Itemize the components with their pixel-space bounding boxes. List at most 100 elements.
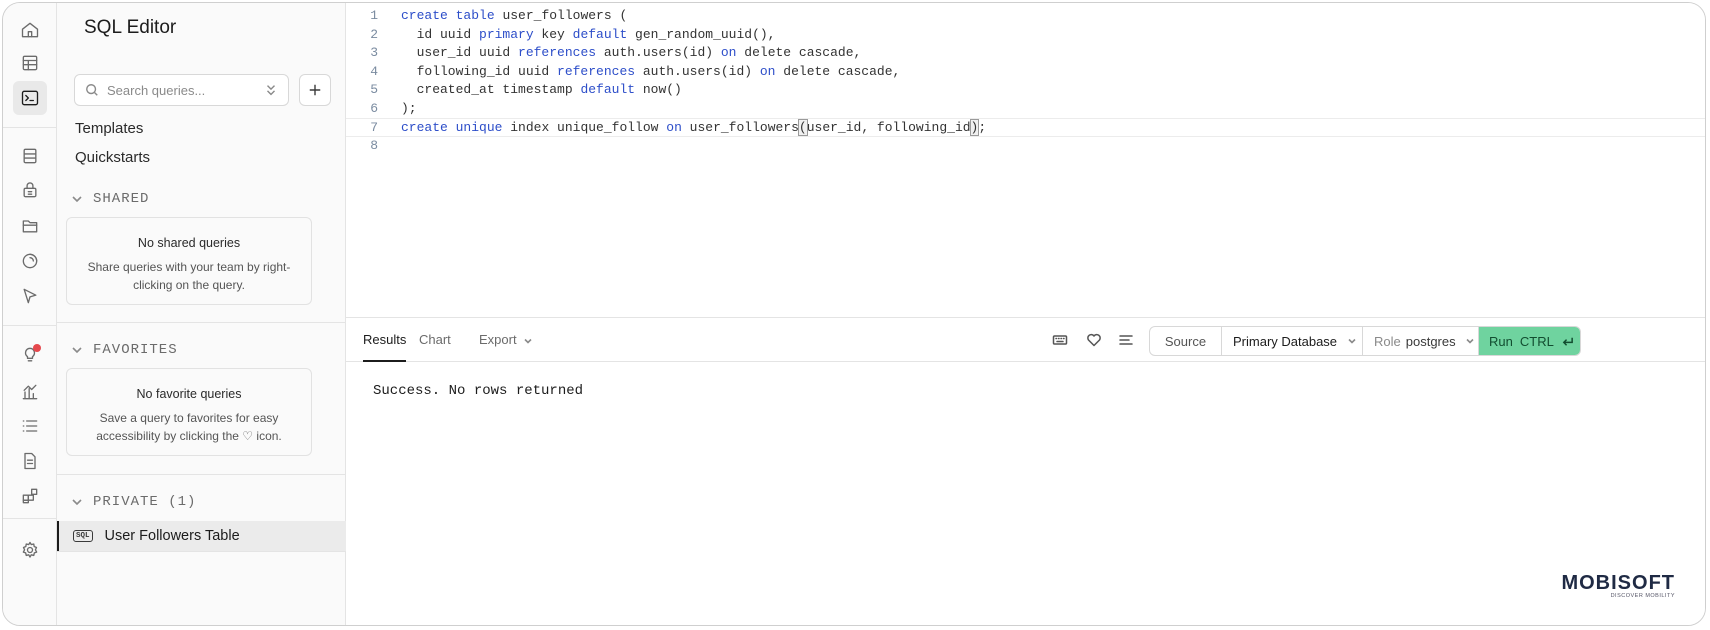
- shared-empty-state: No shared queries Share queries with you…: [66, 217, 312, 305]
- query-item-user-followers[interactable]: SQL User Followers Table: [57, 521, 346, 551]
- database-value: Primary Database: [1233, 333, 1338, 349]
- new-query-button[interactable]: [299, 74, 331, 106]
- code-text: user_id uuid references auth.users(id) o…: [401, 45, 862, 60]
- favorites-empty-title: No favorite queries: [136, 387, 242, 401]
- api-docs-icon[interactable]: [13, 444, 47, 478]
- query-run-controls: Source Primary Database Role postgres Ru…: [1149, 326, 1581, 356]
- rail-divider: [3, 518, 56, 519]
- favorites-section-header[interactable]: FAVORITES: [71, 342, 178, 358]
- search-box: [74, 74, 289, 106]
- rail-divider: [3, 127, 56, 128]
- source-label: Source: [1150, 327, 1222, 355]
- chevron-down-icon: [524, 338, 532, 344]
- chevron-down-icon: [72, 196, 82, 203]
- code-line[interactable]: 2 id uuid primary key default gen_random…: [346, 26, 1705, 45]
- code-editor[interactable]: 1 create table user_followers ( 2 id uuid …: [346, 3, 1705, 317]
- favorite-heart-icon[interactable]: [1084, 330, 1104, 350]
- code-line[interactable]: 7 create unique index unique_follow on us…: [346, 118, 1705, 137]
- database-icon[interactable]: [13, 139, 47, 173]
- line-number: 2: [370, 26, 378, 42]
- query-item-label: User Followers Table: [104, 528, 240, 544]
- line-number: 5: [370, 82, 378, 97]
- code-line[interactable]: 1 create table user_followers (: [346, 7, 1705, 26]
- sort-chevrons-icon[interactable]: [264, 83, 278, 97]
- sidebar-title: SQL Editor: [84, 17, 177, 38]
- run-button[interactable]: Run CTRL: [1479, 327, 1580, 355]
- run-label: Run: [1489, 333, 1513, 349]
- tab-chart[interactable]: Chart: [419, 318, 451, 362]
- shared-heading: SHARED: [93, 191, 150, 207]
- code-line[interactable]: 6);: [346, 100, 1705, 119]
- logs-icon[interactable]: [13, 409, 47, 443]
- section-divider: [57, 474, 346, 475]
- code-text: );: [401, 100, 417, 116]
- auth-lock-icon[interactable]: [13, 173, 47, 207]
- favorites-heading: FAVORITES: [93, 342, 178, 358]
- enter-key-icon: [1562, 337, 1573, 346]
- role-label: Role: [1374, 333, 1401, 349]
- line-number: 1: [370, 8, 378, 23]
- shared-section-header[interactable]: SHARED: [71, 191, 149, 207]
- line-number: 4: [370, 63, 378, 79]
- shared-empty-desc: Share queries with your team by right-cl…: [87, 260, 291, 292]
- results-panel: Results Chart Export Source Primary Data…: [346, 317, 1705, 625]
- plus-icon: [309, 84, 321, 96]
- tab-results[interactable]: Results: [363, 318, 407, 362]
- quickstarts-link[interactable]: Quickstarts: [75, 149, 150, 166]
- database-select[interactable]: Primary Database: [1222, 327, 1363, 355]
- reports-icon[interactable]: [13, 375, 47, 409]
- sql-file-icon: SQL: [73, 530, 93, 542]
- sql-editor-sidebar: SQL Editor Templates Quickstarts SHARED …: [57, 3, 346, 625]
- line-number: 6: [370, 100, 378, 116]
- code-text: created_at timestamp default now(): [401, 82, 682, 97]
- line-number: 3: [370, 45, 378, 60]
- watermark-logo: MOBISOFT DISCOVER MOBILITY: [1561, 572, 1675, 599]
- role-select[interactable]: Role postgres: [1363, 327, 1479, 355]
- chevron-down-icon: [1348, 338, 1356, 344]
- section-divider: [57, 322, 346, 323]
- line-number: 8: [370, 137, 378, 153]
- favorites-empty-state: No favorite queries Save a query to favo…: [66, 368, 312, 456]
- tab-export[interactable]: Export: [479, 318, 533, 362]
- app-window: SQL Editor Templates Quickstarts SHARED …: [2, 2, 1706, 626]
- export-label: Export: [479, 332, 517, 347]
- chevron-down-icon: [72, 347, 82, 354]
- shared-empty-title: No shared queries: [137, 236, 241, 250]
- role-value: postgres: [1405, 333, 1456, 349]
- code-line[interactable]: 5 created_at timestamp default now(): [346, 81, 1705, 100]
- chevron-down-icon: [1466, 338, 1474, 344]
- keyboard-icon[interactable]: [1050, 330, 1070, 350]
- line-number: 7: [370, 120, 378, 135]
- templates-link[interactable]: Templates: [75, 120, 143, 137]
- results-toolbar: Results Chart Export Source Primary Data…: [346, 318, 1705, 362]
- settings-gear-icon[interactable]: [13, 533, 47, 567]
- storage-icon[interactable]: [13, 209, 47, 243]
- favorites-empty-desc: Save a query to favorites for easy acces…: [96, 411, 282, 443]
- code-text: create unique index unique_follow on use…: [401, 119, 987, 136]
- home-icon[interactable]: [13, 13, 47, 47]
- private-section-header[interactable]: PRIVATE (1): [71, 494, 196, 510]
- run-shortcut: CTRL: [1519, 333, 1554, 349]
- watermark-brand: MOBISOFT: [1561, 572, 1675, 594]
- code-line[interactable]: 8: [346, 137, 1705, 156]
- rail-divider: [3, 325, 56, 326]
- code-text: id uuid primary key default gen_random_u…: [401, 26, 776, 42]
- code-text: create table user_followers (: [401, 8, 628, 23]
- sql-editor-icon[interactable]: [13, 81, 47, 115]
- code-text: following_id uuid references auth.users(…: [401, 63, 901, 79]
- edge-functions-icon[interactable]: [13, 279, 47, 313]
- search-input[interactable]: [107, 82, 256, 98]
- advisors-icon[interactable]: [13, 338, 47, 372]
- realtime-icon[interactable]: [13, 244, 47, 278]
- icon-rail: [3, 3, 57, 625]
- chevron-down-icon: [72, 499, 82, 506]
- search-icon: [86, 84, 98, 96]
- notification-badge: [33, 344, 41, 352]
- integrations-icon[interactable]: [13, 479, 47, 513]
- code-line[interactable]: 3 user_id uuid references auth.users(id)…: [346, 44, 1705, 63]
- result-message: Success. No rows returned: [373, 383, 584, 399]
- code-line[interactable]: 4 following_id uuid references auth.user…: [346, 63, 1705, 82]
- section-divider: [57, 551, 346, 552]
- format-lines-icon[interactable]: [1116, 330, 1136, 350]
- table-editor-icon[interactable]: [13, 46, 47, 80]
